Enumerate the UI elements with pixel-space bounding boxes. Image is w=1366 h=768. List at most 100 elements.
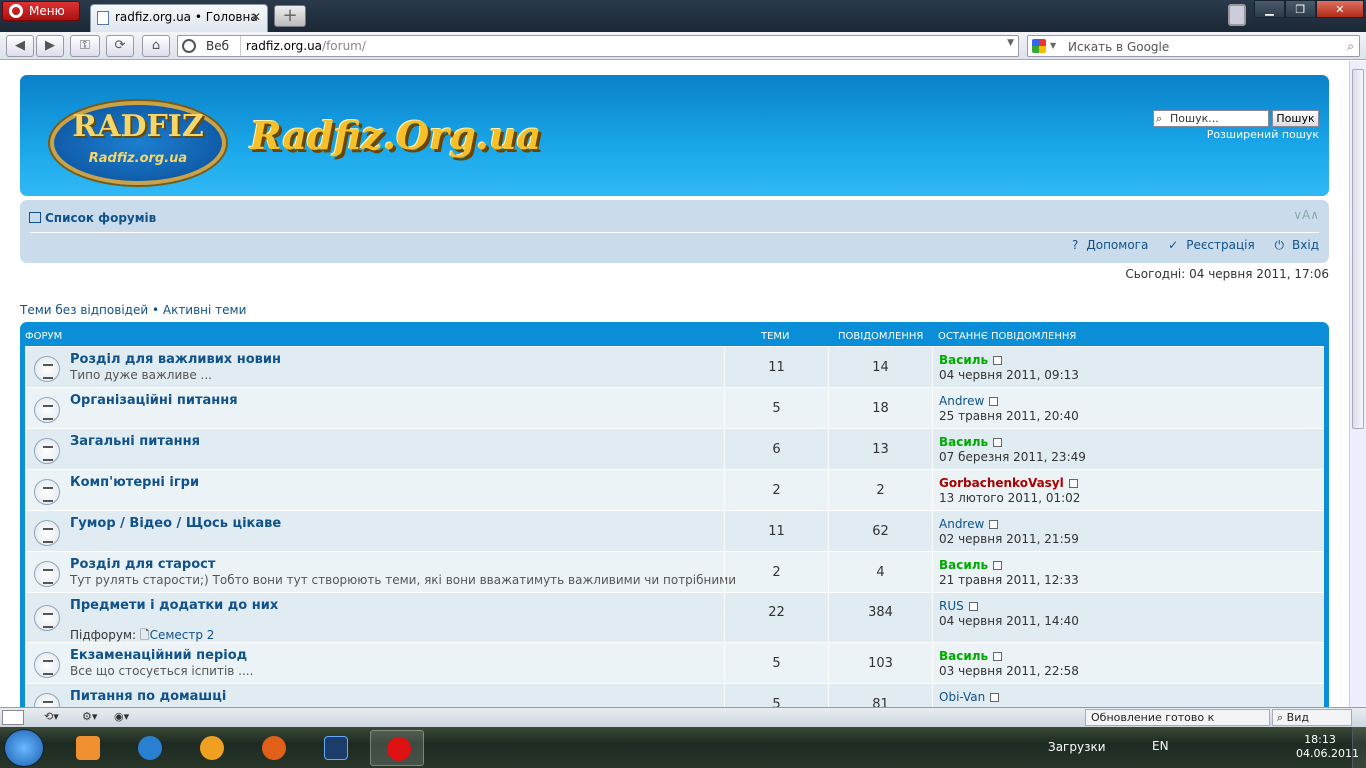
clock[interactable]: 18:13 04.06.2011: [1296, 733, 1359, 761]
address-bar[interactable]: Веб radfiz.org.ua/forum/ ▼: [177, 35, 1019, 57]
taskbar-firefox[interactable]: [246, 730, 300, 766]
chevron-down-icon[interactable]: ▼: [1007, 38, 1014, 48]
site-search-button[interactable]: Пошук: [1272, 110, 1319, 127]
wand-key-icon[interactable]: ⚿: [70, 35, 100, 57]
advanced-search-link[interactable]: Розширений пошук: [1207, 128, 1319, 141]
view-latest-post-icon[interactable]: [990, 693, 1000, 702]
quicklinks-separator: •: [148, 303, 163, 317]
forum-link[interactable]: Організаційні питання: [70, 393, 238, 408]
close-window-icon[interactable]: ✕: [1315, 0, 1364, 18]
panel-toggle-icon[interactable]: [2, 710, 24, 725]
site-logo[interactable]: RADFIZ Radfiz.org.ua: [50, 101, 226, 185]
page-scrollbar[interactable]: [1349, 61, 1366, 707]
taskbar-internet-explorer[interactable]: [122, 730, 176, 766]
forum-index-link[interactable]: Список форумів: [29, 211, 156, 225]
unite-icon[interactable]: ⚙▾: [82, 710, 97, 725]
taskbar-photoshop[interactable]: [308, 730, 362, 766]
internet-explorer-icon: [138, 736, 162, 760]
last-post-user[interactable]: Василь: [939, 353, 988, 367]
taskbar-mail-agent[interactable]: [184, 730, 238, 766]
last-post-user[interactable]: Василь: [939, 558, 988, 572]
language-indicator[interactable]: EN: [1152, 739, 1169, 753]
taskbar-opera[interactable]: [370, 730, 424, 766]
last-post-user[interactable]: Василь: [939, 435, 988, 449]
forum-link[interactable]: Екзаменаційний період: [70, 648, 247, 663]
opera-menu-button[interactable]: Меню: [2, 1, 80, 21]
forum-link[interactable]: Розділ для важливих новин: [70, 352, 281, 367]
google-search-field[interactable]: ▼ Искать в Google ⌕: [1027, 35, 1360, 57]
back-icon[interactable]: ◀: [6, 35, 34, 57]
close-tab-icon[interactable]: ✕: [251, 5, 261, 29]
subforum-icon: 🗋: [139, 628, 150, 642]
chevron-down-icon[interactable]: ▼: [1050, 41, 1056, 50]
forum-link[interactable]: Загальні питання: [70, 434, 200, 449]
forum-nav-panel: Список форумів ∨A∧ ? Допомога ✓ Реєстрація…: [20, 200, 1329, 263]
last-post-user[interactable]: Obi-Van: [939, 690, 985, 704]
new-tab-button[interactable]: +: [274, 5, 306, 27]
show-desktop-button[interactable]: [1352, 727, 1366, 768]
forum-link[interactable]: Предмети і додатки до них: [70, 598, 278, 613]
address-url[interactable]: radfiz.org.ua/forum/: [246, 39, 366, 53]
view-latest-post-icon[interactable]: [993, 438, 1003, 447]
forum-link[interactable]: Комп'ютерні ігри: [70, 475, 199, 490]
forum-link[interactable]: Питання по домашці: [70, 689, 226, 704]
start-button[interactable]: [4, 729, 44, 767]
forward-icon[interactable]: ▶: [36, 35, 64, 57]
font-size-toggle[interactable]: ∨A∧: [1293, 208, 1319, 222]
view-latest-post-icon[interactable]: [993, 561, 1003, 570]
view-latest-post-icon[interactable]: [968, 602, 978, 611]
view-latest-post-icon[interactable]: [993, 356, 1003, 365]
address-domain: radfiz.org.ua: [246, 39, 323, 53]
zoom-control[interactable]: ⌕ Вид (100%): [1272, 709, 1352, 739]
view-latest-post-icon[interactable]: [1068, 479, 1078, 488]
site-search-placeholder: Пошук...: [1170, 112, 1219, 125]
browser-toolbar: ◀ ▶ ⚿ ⟳ ⌂ Веб radfiz.org.ua/forum/ ▼ ▼ И…: [0, 32, 1366, 60]
sync-icon[interactable]: ⟲▾: [44, 710, 59, 725]
turbo-icon[interactable]: ◉▾: [114, 710, 129, 725]
unanswered-topics-link[interactable]: Теми без відповідей: [20, 303, 148, 317]
subforum-link[interactable]: Семестр 2: [150, 628, 215, 642]
last-post-user[interactable]: Andrew: [939, 394, 984, 408]
divider: [30, 232, 1319, 233]
header-posts: Повідомлення: [838, 331, 924, 342]
trash-icon[interactable]: [1228, 4, 1246, 26]
scrollbar-thumb[interactable]: [1352, 69, 1364, 429]
posts-count: 2: [828, 470, 932, 510]
last-post-user[interactable]: RUS: [939, 599, 964, 613]
forum-row: Комп'ютерні ігри 2 2 GorbachenkoVasyl 13 …: [25, 469, 1324, 510]
user-links: ? Допомога ✓ Реєстрація ⏻ Вхід: [1056, 238, 1319, 253]
topics-count: 2: [724, 552, 828, 592]
taskbar-media-player[interactable]: [60, 730, 114, 766]
forum-link[interactable]: Гумор / Відео / Щось цікаве: [70, 516, 281, 531]
forum-link[interactable]: Розділ для старост: [70, 557, 215, 572]
home-icon[interactable]: ⌂: [142, 35, 170, 57]
topics-count: 5: [724, 643, 828, 683]
active-topics-link[interactable]: Активні теми: [163, 303, 247, 317]
last-post-user[interactable]: Василь: [939, 649, 988, 663]
last-post-user[interactable]: Andrew: [939, 517, 984, 531]
view-latest-post-icon[interactable]: [993, 652, 1003, 661]
web-page: RADFIZ Radfiz.org.ua Radfiz.Org.ua ⌕ Пошу…: [0, 61, 1349, 707]
site-search-input[interactable]: ⌕ Пошук...: [1153, 110, 1269, 127]
header-forum: Форум: [25, 331, 63, 342]
search-icon[interactable]: ⌕: [1347, 39, 1354, 54]
posts-count: 18: [828, 388, 932, 428]
downloads-label[interactable]: Загрузки: [1048, 740, 1106, 754]
forum-read-icon: [34, 356, 60, 382]
maximize-icon[interactable]: ❐: [1284, 0, 1316, 18]
last-post-user[interactable]: GorbachenkoVasyl: [939, 476, 1064, 490]
last-post: Andrew 25 травня 2011, 20:40: [932, 388, 1324, 428]
posts-count: 14: [828, 347, 932, 387]
help-link[interactable]: ? Допомога: [1064, 238, 1148, 252]
register-link[interactable]: ✓ Реєстрація: [1160, 238, 1255, 252]
site-header: RADFIZ Radfiz.org.ua Radfiz.Org.ua ⌕ Пошу…: [20, 75, 1329, 196]
login-link[interactable]: ⏻ Вхід: [1267, 238, 1319, 252]
update-ready-notice[interactable]: Обновление готово к установке: [1085, 709, 1270, 739]
forum-row: Питання по домашці 5 81 Obi-Van: [25, 683, 1324, 707]
topics-count: 5: [724, 388, 828, 428]
minimize-icon[interactable]: ▁: [1254, 0, 1285, 18]
view-latest-post-icon[interactable]: [989, 520, 999, 529]
reload-icon[interactable]: ⟳: [106, 35, 134, 57]
view-latest-post-icon[interactable]: [989, 397, 999, 406]
browser-tab[interactable]: radfiz.org.ua • Головна ✕: [90, 4, 268, 32]
